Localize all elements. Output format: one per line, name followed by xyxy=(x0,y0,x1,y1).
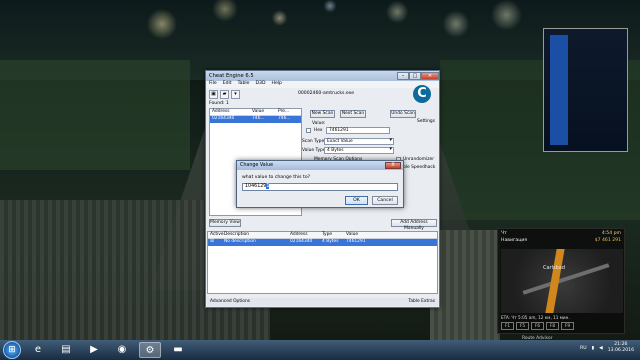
truck-mirror xyxy=(543,28,628,152)
gps-map: Carlsbad xyxy=(501,249,623,313)
col-type[interactable]: Type xyxy=(320,232,344,238)
result-row[interactable]: 02164340 746... 746... xyxy=(210,116,301,123)
clock-date: 13.06.2016 xyxy=(607,348,634,353)
row-description: No description xyxy=(224,239,256,244)
cheat-engine-logo-icon: C xyxy=(413,85,431,103)
undo-scan-button[interactable]: Undo Scan xyxy=(390,110,416,118)
truck-hud: Чт 4:54 pm Навигация $7 461 291 Carlsbad… xyxy=(497,228,625,334)
row-address: 02164340 xyxy=(290,239,313,244)
shipping-container-right xyxy=(430,230,500,340)
col-addr[interactable]: Address xyxy=(288,232,320,238)
menu-file[interactable]: File xyxy=(209,81,217,88)
scan-type-label: Scan Type xyxy=(302,139,325,144)
clock[interactable]: 21:26 13.06.2016 xyxy=(608,342,634,354)
ok-button[interactable]: OK xyxy=(345,196,368,205)
menu-help[interactable]: Help xyxy=(271,81,281,88)
volume-icon[interactable]: ◀ xyxy=(599,346,603,351)
fkey-f8[interactable]: F8 xyxy=(546,322,559,330)
result-previous: 746... xyxy=(278,116,291,121)
dialog-prompt: what value to change this to? xyxy=(242,175,311,180)
new-value-text: 1046129 xyxy=(245,184,267,189)
fkey-f5[interactable]: F5 xyxy=(516,322,529,330)
title-bar[interactable]: Cheat Engine 6.5 – □ ✕ xyxy=(206,71,439,81)
select-process-icon[interactable]: ▣ xyxy=(209,90,218,99)
save-icon[interactable]: ▾ xyxy=(231,90,240,99)
value-input[interactable]: 7461291 xyxy=(326,127,390,134)
table-extras-link[interactable]: Table Extras xyxy=(408,299,435,305)
col-value[interactable]: Value xyxy=(250,109,276,115)
menu-table[interactable]: Table xyxy=(238,81,250,88)
scan-type-select[interactable]: Exact Value xyxy=(324,138,394,145)
menu-bar: File Edit Table D3D Help xyxy=(206,81,439,88)
change-value-dialog[interactable]: Change Value X what value to change this… xyxy=(236,160,404,208)
fkey-f1[interactable]: F1 xyxy=(501,322,514,330)
speedhack-label: ble Speedhack xyxy=(403,165,436,170)
chrome-icon[interactable]: ◉ xyxy=(111,342,133,358)
col-previous[interactable]: Pre... xyxy=(276,109,301,115)
memory-view-button[interactable]: Memory View xyxy=(209,219,241,227)
dialog-title-bar[interactable]: Change Value X xyxy=(237,161,403,170)
hud-function-keys: F1 F5 F6 F8 F9 xyxy=(501,322,574,330)
result-address: 02164340 xyxy=(212,116,235,121)
window-title: Cheat Engine 6.5 xyxy=(209,73,254,79)
city-lights xyxy=(120,0,540,60)
col-active[interactable]: Active xyxy=(208,232,224,238)
language-indicator[interactable]: RU xyxy=(580,346,587,351)
next-scan-button[interactable]: Next Scan xyxy=(340,110,366,118)
value-label: Value: xyxy=(312,121,326,126)
minimize-button[interactable]: – xyxy=(397,72,409,80)
grass-field-left xyxy=(0,60,190,170)
menu-d3d[interactable]: D3D xyxy=(255,81,265,88)
col-address[interactable]: Address xyxy=(210,109,250,115)
row-value: 7461291 xyxy=(346,239,366,244)
close-button[interactable]: ✕ xyxy=(421,72,439,80)
open-file-icon[interactable]: ▰ xyxy=(220,90,229,99)
value-type-label: Value Type xyxy=(302,148,326,153)
fkey-f6[interactable]: F6 xyxy=(531,322,544,330)
start-button[interactable]: ⊞ xyxy=(3,341,21,359)
explorer-icon[interactable]: ▤ xyxy=(55,342,77,358)
menu-edit[interactable]: Edit xyxy=(223,81,232,88)
system-tray: RU ▮ ◀ 21:26 13.06.2016 xyxy=(580,342,634,354)
new-value-selection: 1 xyxy=(266,184,270,189)
cheat-engine-icon[interactable]: ⚙ xyxy=(139,342,161,358)
media-player-icon[interactable]: ▶ xyxy=(83,342,105,358)
active-checkbox[interactable]: ☒ xyxy=(208,239,222,246)
hud-navigation-label: Навигация xyxy=(501,238,528,243)
cheat-engine-logo[interactable]: C xyxy=(411,85,435,107)
hud-money: $7 461 291 xyxy=(594,238,621,243)
toolbar: ▣ ▰ ▾ 00002460-amtrucks.exe xyxy=(206,88,439,101)
row-type: 4 Bytes xyxy=(322,239,339,244)
network-icon[interactable]: ▮ xyxy=(592,346,595,351)
fkey-f9[interactable]: F9 xyxy=(561,322,574,330)
hud-time: 4:54 pm xyxy=(601,231,621,236)
maximize-button[interactable]: □ xyxy=(409,72,421,80)
windows-taskbar: ⊞ e ▤ ▶ ◉ ⚙ ▬ RU ▮ ◀ 21:26 13.06.2016 xyxy=(0,340,640,360)
hud-day: Чт xyxy=(501,231,507,236)
col-val[interactable]: Value xyxy=(344,232,384,238)
settings-link[interactable]: Settings xyxy=(417,119,435,124)
gps-city-label: Carlsbad xyxy=(543,265,566,271)
hex-checkbox[interactable] xyxy=(306,128,311,133)
new-value-input[interactable]: 10461291 xyxy=(242,183,398,191)
unrandomizer-label: Unrandomizer xyxy=(403,157,435,162)
found-count: Found: 1 xyxy=(209,101,229,106)
advanced-options-link[interactable]: Advanced Options xyxy=(210,299,250,305)
value-type-select[interactable]: 4 Bytes xyxy=(324,147,394,154)
dialog-close-button[interactable]: X xyxy=(385,162,401,169)
truck-game-icon[interactable]: ▬ xyxy=(167,342,189,358)
add-address-manually-button[interactable]: Add Address Manually xyxy=(391,219,437,231)
address-list[interactable]: Active Description Address Type Value ☒ … xyxy=(207,231,438,294)
hud-eta: ETA: Чт 5:05 am, 12 км, 11 мин. xyxy=(501,315,570,320)
status-bar: Advanced Options Table Extras xyxy=(207,298,438,306)
address-row[interactable]: ☒ No description 02164340 4 Bytes 746129… xyxy=(208,239,437,246)
new-scan-button[interactable]: New Scan xyxy=(310,110,335,118)
ie-icon[interactable]: e xyxy=(27,342,49,358)
process-name: 00002460-amtrucks.exe xyxy=(297,91,355,96)
hex-label: Hex xyxy=(314,128,323,133)
cancel-button[interactable]: Cancel xyxy=(372,196,398,205)
dialog-title: Change Value xyxy=(240,163,274,168)
result-value: 746... xyxy=(252,116,265,121)
col-description[interactable]: Description xyxy=(222,232,288,238)
